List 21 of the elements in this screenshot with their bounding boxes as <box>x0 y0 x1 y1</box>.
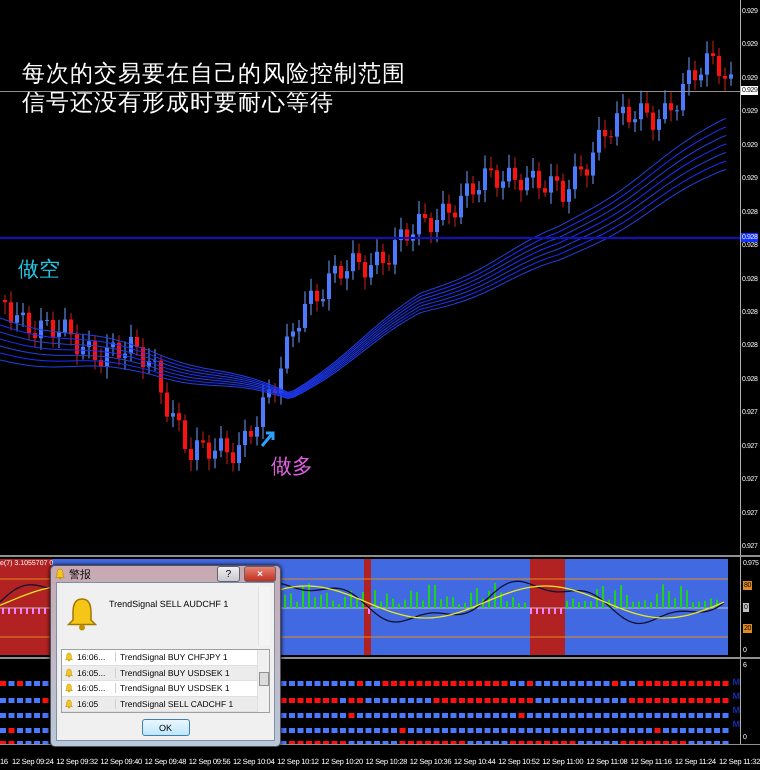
signal-marker: M <box>732 719 740 729</box>
alert-message: TrendSignal SELL AUDCHF 1 <box>109 599 230 609</box>
alert-text: TrendSignal SELL CADCHF 1 <box>120 698 234 709</box>
alert-text: TrendSignal BUY USDSEK 1 <box>120 683 230 694</box>
signal-label: 做空 <box>18 256 60 283</box>
alert-time: 16:05... <box>77 683 116 694</box>
alert-time: 16:05 <box>77 698 116 709</box>
alert-text: TrendSignal BUY USDSEK 1 <box>120 668 230 678</box>
chart-note: 信号还没有形成时要耐心等待 <box>22 89 335 118</box>
alert-text: TrendSignal BUY CHFJPY 1 <box>120 652 228 662</box>
alert-time: 16:05... <box>77 668 116 678</box>
dialog-title: 警报 <box>69 568 91 582</box>
ok-button[interactable]: OK <box>142 719 190 736</box>
signal-label: 做多 <box>271 453 313 480</box>
signal-marker: M <box>732 691 740 701</box>
chart-note: 每次的交易要在自己的风险控制范围 <box>22 60 406 89</box>
alert-time: 16:06... <box>77 652 116 662</box>
signal-marker: M <box>732 705 740 715</box>
close-button[interactable]: × <box>244 566 276 582</box>
signal-marker: M <box>732 677 740 687</box>
help-button[interactable]: ? <box>216 566 240 582</box>
